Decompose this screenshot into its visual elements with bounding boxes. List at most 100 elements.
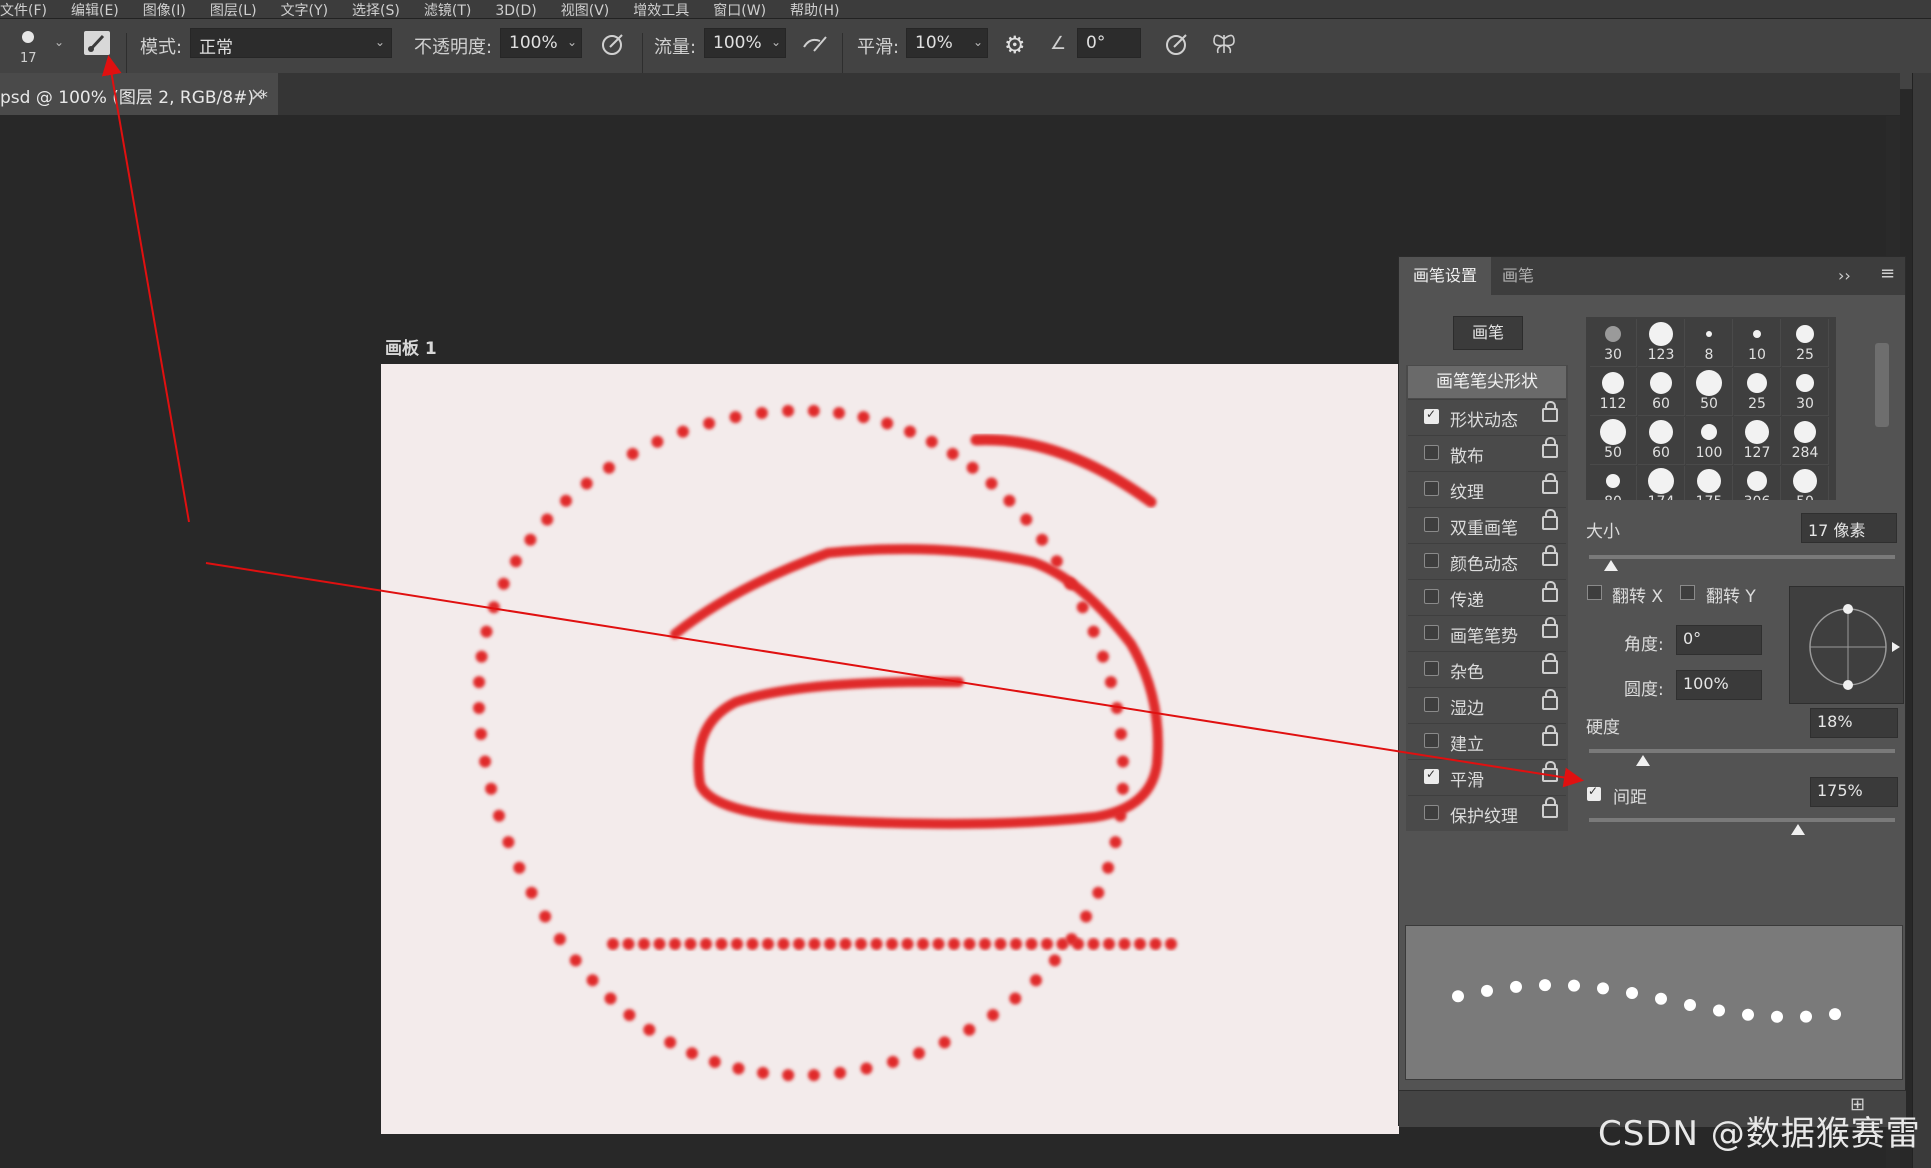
brush-preset[interactable]: 30: [1590, 319, 1637, 367]
brush-option-row[interactable]: 保护纹理: [1408, 795, 1566, 830]
hardness-slider-track[interactable]: [1589, 749, 1895, 753]
brush-option-row[interactable]: 纹理: [1408, 471, 1566, 506]
angle-input[interactable]: 0°: [1077, 28, 1141, 58]
brush-option-row[interactable]: 散布: [1408, 435, 1566, 470]
lock-icon[interactable]: [1542, 401, 1558, 422]
lock-icon[interactable]: [1542, 581, 1558, 602]
brush-preset-picker[interactable]: 17 ⌄: [14, 27, 66, 79]
lock-icon[interactable]: [1542, 509, 1558, 530]
close-icon[interactable]: ×: [250, 84, 265, 105]
collapse-panel-icon[interactable]: ››: [1838, 266, 1851, 285]
brush-preset[interactable]: 25: [1734, 368, 1781, 416]
brush-option-row[interactable]: 平滑: [1408, 759, 1566, 794]
brush-option-row[interactable]: 形状动态: [1408, 399, 1566, 434]
menu-item[interactable]: 编辑(E): [71, 4, 119, 18]
brushes-button[interactable]: 画笔: [1453, 316, 1523, 350]
mode-select[interactable]: 正常 ⌄: [190, 28, 392, 58]
angle-roundness-widget[interactable]: [1789, 586, 1904, 704]
brush-preset[interactable]: 174: [1638, 466, 1685, 500]
brush-option-row[interactable]: 双重画笔: [1408, 507, 1566, 542]
pressure-opacity-icon[interactable]: [600, 31, 626, 57]
brush-preset[interactable]: 8: [1686, 319, 1733, 367]
option-checkbox[interactable]: [1424, 407, 1439, 424]
smoothing-input[interactable]: 10% ⌄: [906, 28, 988, 58]
tab-brushes[interactable]: 画笔: [1502, 257, 1534, 295]
option-checkbox[interactable]: [1424, 805, 1439, 820]
gear-icon[interactable]: ⚙: [1004, 31, 1026, 59]
lock-icon[interactable]: [1542, 545, 1558, 566]
brush-preset[interactable]: 50: [1782, 466, 1829, 500]
brush-preset[interactable]: 306: [1734, 466, 1781, 500]
brush-preset[interactable]: 50: [1590, 417, 1637, 465]
brush-preset[interactable]: 127: [1734, 417, 1781, 465]
tab-brush-settings[interactable]: 画笔设置: [1399, 257, 1491, 295]
brush-preset[interactable]: 100: [1686, 417, 1733, 465]
spacing-checkbox[interactable]: ✓: [1587, 784, 1601, 801]
option-checkbox[interactable]: [1424, 767, 1439, 784]
spacing-slider-thumb[interactable]: [1791, 824, 1805, 835]
brush-option-row[interactable]: 画笔笔势: [1408, 615, 1566, 650]
option-checkbox[interactable]: [1424, 481, 1439, 496]
size-input[interactable]: 17 像素: [1801, 513, 1897, 543]
brush-preset[interactable]: 123: [1638, 319, 1685, 367]
angle-input[interactable]: 0°: [1676, 625, 1762, 655]
presets-scrollbar[interactable]: [1875, 343, 1889, 427]
option-checkbox[interactable]: [1424, 661, 1439, 676]
size-slider-track[interactable]: [1589, 555, 1895, 559]
lock-icon[interactable]: [1542, 797, 1558, 818]
brush-preset[interactable]: 60: [1638, 417, 1685, 465]
brush-preset[interactable]: 112: [1590, 368, 1637, 416]
flip-y-checkbox[interactable]: [1680, 585, 1695, 600]
menu-item[interactable]: 增效工具: [633, 4, 689, 18]
option-checkbox[interactable]: [1424, 553, 1439, 568]
symmetry-butterfly-icon[interactable]: [1210, 31, 1238, 57]
brush-preset[interactable]: 30: [1782, 368, 1829, 416]
menu-item[interactable]: 图像(I): [143, 4, 186, 18]
option-checkbox[interactable]: [1424, 589, 1439, 604]
menu-item[interactable]: 文件(F): [0, 4, 47, 18]
airbrush-icon[interactable]: [800, 31, 830, 57]
lock-icon[interactable]: [1542, 617, 1558, 638]
lock-icon[interactable]: [1542, 761, 1558, 782]
hardness-slider-thumb[interactable]: [1636, 755, 1650, 766]
spacing-slider-track[interactable]: [1589, 818, 1895, 822]
roundness-input[interactable]: 100%: [1676, 670, 1762, 700]
brush-preset[interactable]: 10: [1734, 319, 1781, 367]
brush-option-row[interactable]: 颜色动态: [1408, 543, 1566, 578]
menu-item[interactable]: 视图(V): [561, 4, 610, 18]
brush-option-row[interactable]: 建立: [1408, 723, 1566, 758]
hardness-input[interactable]: 18%: [1810, 708, 1898, 738]
option-checkbox[interactable]: [1424, 517, 1439, 532]
spacing-input[interactable]: 175%: [1810, 777, 1898, 807]
lock-icon[interactable]: [1542, 725, 1558, 746]
option-checkbox[interactable]: [1424, 733, 1439, 748]
brush-preset[interactable]: 175: [1686, 466, 1733, 500]
menu-item[interactable]: 图层(L): [210, 4, 257, 18]
lock-icon[interactable]: [1542, 473, 1558, 494]
brush-preset[interactable]: 80: [1590, 466, 1637, 500]
lock-icon[interactable]: [1542, 689, 1558, 710]
brush-preset[interactable]: 60: [1638, 368, 1685, 416]
menu-item[interactable]: 窗口(W): [713, 4, 766, 18]
lock-icon[interactable]: [1542, 653, 1558, 674]
flip-x-checkbox[interactable]: [1587, 585, 1602, 600]
brush-preset[interactable]: 25: [1782, 319, 1829, 367]
brush-preset[interactable]: 50: [1686, 368, 1733, 416]
option-checkbox[interactable]: [1424, 445, 1439, 460]
menu-item[interactable]: 帮助(H): [790, 4, 839, 18]
document-tab[interactable]: psd @ 100% (图层 2, RGB/8#) *: [0, 73, 278, 115]
lock-icon[interactable]: [1542, 437, 1558, 458]
menu-item[interactable]: 选择(S): [352, 4, 400, 18]
brush-tip-shape-item[interactable]: 画笔笔尖形状: [1408, 366, 1566, 398]
pressure-size-icon[interactable]: [1164, 31, 1190, 57]
brush-option-row[interactable]: 湿边: [1408, 687, 1566, 722]
brush-option-row[interactable]: 传递: [1408, 579, 1566, 614]
size-slider-thumb[interactable]: [1604, 560, 1618, 571]
option-checkbox[interactable]: [1424, 697, 1439, 712]
brush-option-row[interactable]: 杂色: [1408, 651, 1566, 686]
opacity-input[interactable]: 100% ⌄: [500, 28, 582, 58]
menu-item[interactable]: 文字(Y): [281, 4, 328, 18]
option-checkbox[interactable]: [1424, 625, 1439, 640]
menu-item[interactable]: 滤镜(T): [424, 4, 471, 18]
panel-menu-icon[interactable]: ≡: [1880, 263, 1895, 284]
